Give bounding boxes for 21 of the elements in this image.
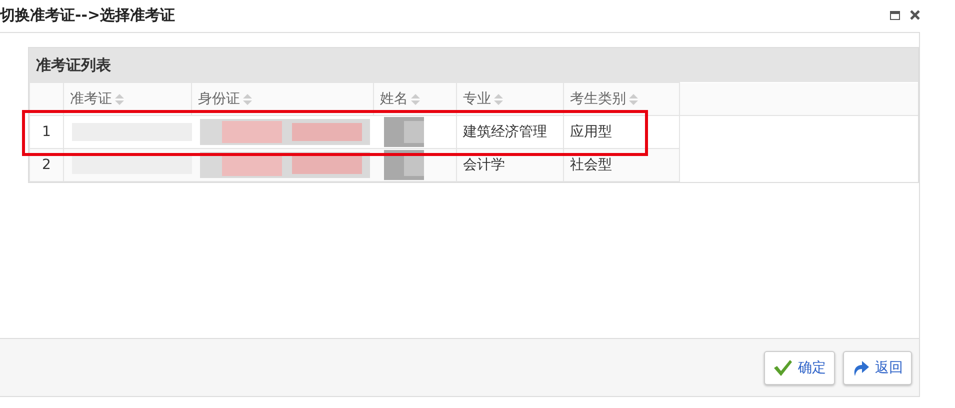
grid-title: 准考证列表 [36, 56, 111, 74]
table-cell: 会计学 [456, 148, 564, 182]
sort-icon[interactable] [629, 94, 638, 105]
column-header[interactable]: 姓名 [374, 82, 456, 116]
window-title: 切换准考证-->选择准考证 [0, 6, 176, 24]
sort-icon[interactable] [411, 94, 420, 105]
sort-icon[interactable] [243, 94, 252, 105]
sort-icon[interactable] [115, 94, 124, 105]
checkmark-icon [773, 358, 793, 376]
maximize-icon[interactable] [890, 10, 900, 20]
confirm-button[interactable]: 确定 [764, 350, 835, 384]
column-header[interactable]: 准考证 [64, 82, 192, 116]
column-header[interactable]: 考生类别 [564, 82, 680, 116]
column-header[interactable]: 专业 [456, 82, 564, 116]
row-number: 2 [30, 148, 64, 182]
close-icon[interactable] [910, 10, 920, 20]
table-cell: 社会型 [564, 148, 680, 182]
column-header[interactable]: 身份证 [192, 82, 374, 116]
redo-arrow-icon [852, 358, 870, 376]
back-button[interactable]: 返回 [843, 350, 912, 384]
sort-icon[interactable] [494, 94, 503, 105]
